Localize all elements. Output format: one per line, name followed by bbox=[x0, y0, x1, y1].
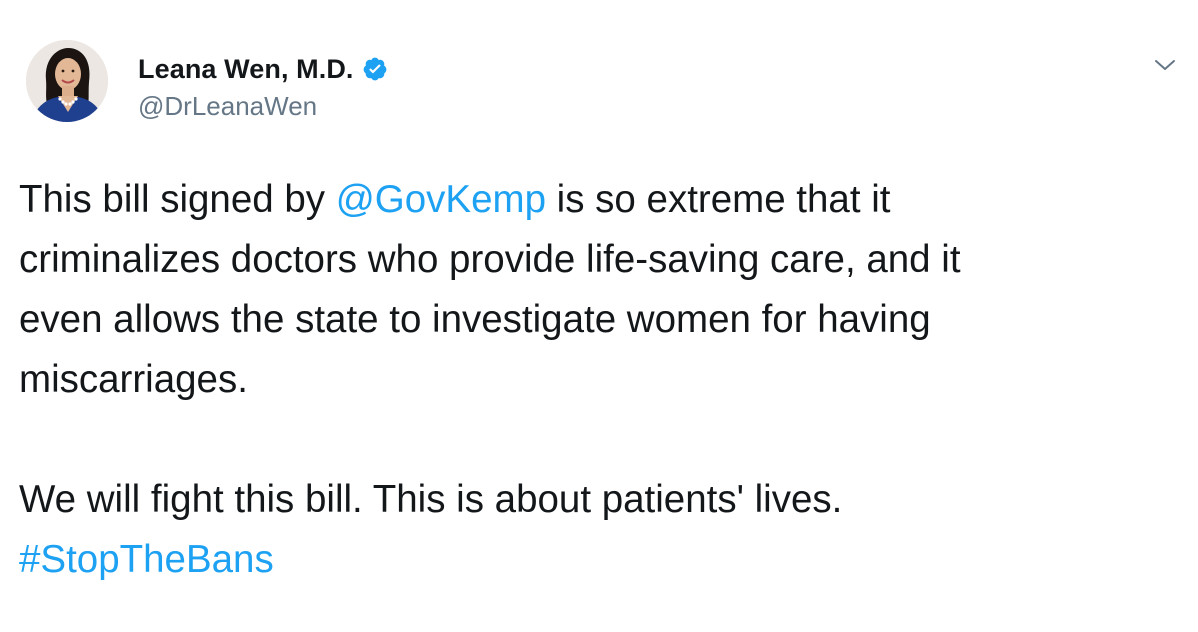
tweet-line: even allows the state to investigate wom… bbox=[19, 298, 931, 341]
tweet-body: This bill signed by @GovKemp is so extre… bbox=[19, 170, 1179, 590]
mention-link[interactable]: @GovKemp bbox=[336, 178, 546, 221]
hashtag-link[interactable]: #StopTheBans bbox=[19, 538, 274, 581]
tweet-line: miscarriages. bbox=[19, 358, 248, 401]
tweet-line: We will fight this bill. This is about p… bbox=[19, 478, 843, 521]
author-display-name[interactable]: Leana Wen, M.D. bbox=[138, 54, 354, 85]
tweet-card: Leana Wen, M.D. @DrLeanaWen This bill si… bbox=[0, 0, 1198, 632]
author-handle[interactable]: @DrLeanaWen bbox=[138, 91, 317, 122]
tweet-text-segment: is so extreme that it bbox=[545, 178, 891, 221]
verified-badge-icon bbox=[362, 56, 388, 82]
profile-photo bbox=[26, 40, 108, 122]
tweet-text-segment: This bill signed by bbox=[19, 178, 336, 221]
chevron-down-icon[interactable] bbox=[1153, 56, 1177, 74]
author-name-row: Leana Wen, M.D. bbox=[138, 52, 388, 86]
avatar[interactable] bbox=[26, 40, 108, 122]
tweet-line: This bill signed by @GovKemp is so extre… bbox=[19, 170, 1179, 230]
tweet-line: criminalizes doctors who provide life-sa… bbox=[19, 238, 961, 281]
tweet-line: #StopTheBans bbox=[19, 530, 1179, 590]
